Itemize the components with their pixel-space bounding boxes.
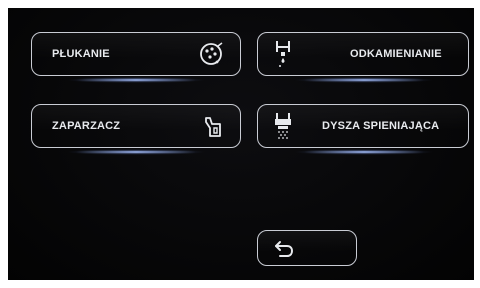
device-bezel: PŁUKANIE ODKAMIENIANIE ZAPARZACZ DYSZA S… bbox=[0, 0, 480, 288]
rinse-glow-line bbox=[76, 79, 196, 81]
descale-glow-line bbox=[304, 79, 424, 81]
frother-nozzle-button[interactable]: DYSZA SPIENIAJĄCA bbox=[257, 104, 469, 148]
rinse-icon bbox=[200, 42, 223, 65]
descale-label: ODKAMIENIANIE bbox=[350, 48, 442, 60]
display-screen: PŁUKANIE ODKAMIENIANIE ZAPARZACZ DYSZA S… bbox=[8, 8, 474, 280]
brew-unit-label: ZAPARZACZ bbox=[52, 120, 121, 132]
descale-button[interactable]: ODKAMIENIANIE bbox=[257, 32, 469, 76]
brew-unit-button[interactable]: ZAPARZACZ bbox=[31, 104, 241, 148]
back-button[interactable] bbox=[257, 230, 357, 266]
frother-nozzle-glow-line bbox=[304, 151, 424, 153]
brew-unit-glow-line bbox=[76, 151, 196, 153]
brew-unit-icon bbox=[205, 117, 221, 137]
rinse-button[interactable]: PŁUKANIE bbox=[31, 32, 241, 76]
descale-icon bbox=[276, 41, 290, 67]
rinse-label: PŁUKANIE bbox=[52, 48, 110, 60]
back-arrow-icon bbox=[275, 241, 294, 257]
frother-nozzle-label: DYSZA SPIENIAJĄCA bbox=[322, 120, 440, 132]
frother-nozzle-icon bbox=[275, 113, 291, 139]
